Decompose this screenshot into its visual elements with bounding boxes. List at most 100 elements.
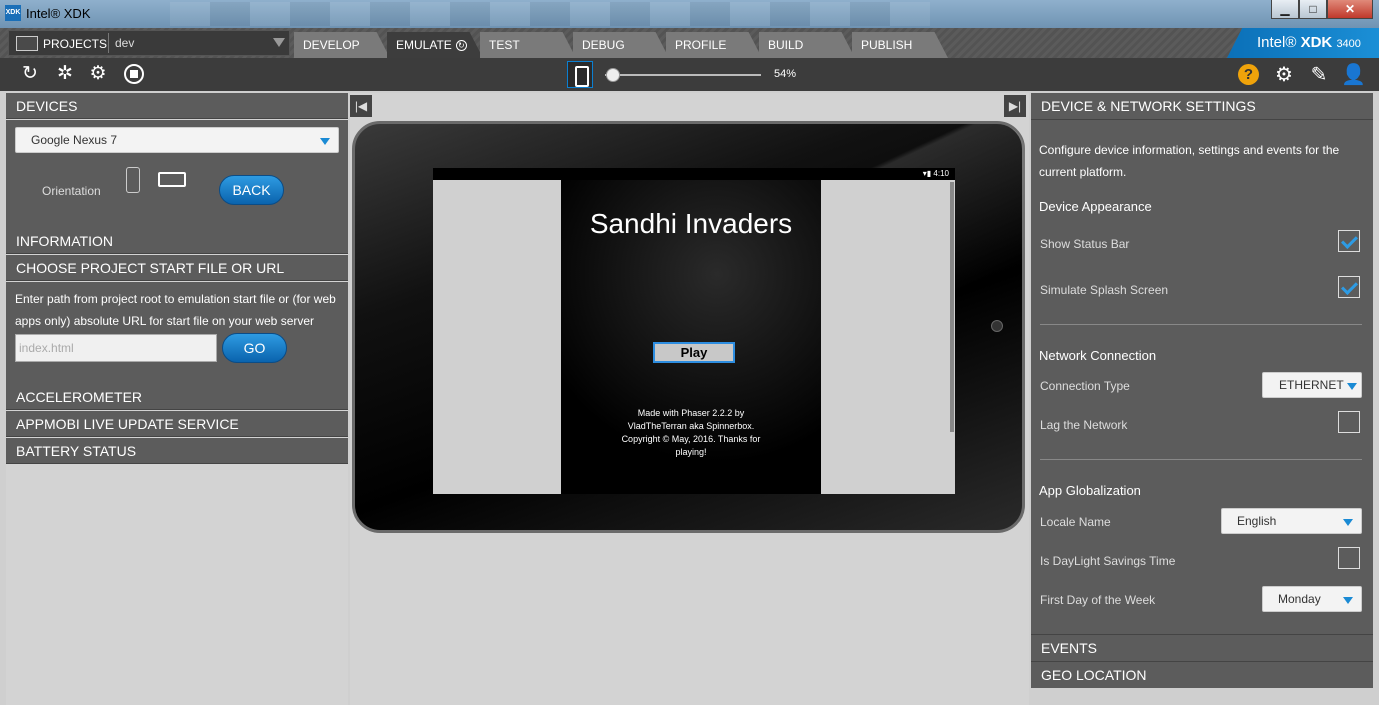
geo-location-header[interactable]: GEO LOCATION [1031,661,1373,688]
device-screen[interactable]: ▾▮ 4:10 Sandhi Invaders Play Made with P… [433,168,955,494]
locale-value: English [1237,514,1277,528]
battery-header[interactable]: BATTERY STATUS [6,438,348,464]
tab-publish[interactable]: PUBLISH [852,32,948,58]
emulator-toolbar: ↻ ✲ ⚙ 54% ? ⚙ ✎ 👤 [0,58,1379,91]
window-controls: ▁ □ ✕ [1271,0,1373,19]
wifi-battery-icon: ▾▮ [922,169,934,178]
connection-type-select[interactable]: ETHERNET [1262,372,1362,398]
landscape-icon[interactable] [158,172,186,187]
chevron-down-icon [1343,597,1353,604]
devices-header[interactable]: DEVICES [6,93,348,119]
device-select-value: Google Nexus 7 [31,133,118,147]
device-frame: ▾▮ 4:10 Sandhi Invaders Play Made with P… [352,121,1025,533]
help-icon[interactable]: ? [1238,64,1259,85]
collapse-left-button[interactable]: |◀ [350,95,372,117]
left-panel: DEVICES Google Nexus 7 Orientation BACK … [6,93,348,705]
first-day-value: Monday [1278,592,1321,606]
window-title: Intel® XDK [26,6,91,21]
tab-emulate[interactable]: EMULATE ↻ [387,32,483,58]
user-icon[interactable]: 👤 [1341,63,1366,87]
game-title: Sandhi Invaders [589,208,793,239]
collapse-right-button[interactable]: ▶| [1004,95,1026,117]
events-header[interactable]: EVENTS [1031,634,1373,661]
first-day-select[interactable]: Monday [1262,586,1362,612]
chevron-down-icon [273,38,285,47]
divider [1040,459,1362,460]
start-file-header[interactable]: CHOOSE PROJECT START FILE OR URL [6,255,348,281]
show-status-bar-checkbox[interactable] [1338,230,1360,252]
close-button[interactable]: ✕ [1327,0,1373,19]
projects-dropdown[interactable]: PROJECTS dev [8,30,290,56]
game-credit: Made with Phaser 2.2.2 by VladTheTerran … [621,408,761,457]
maximize-button[interactable]: □ [1299,0,1327,19]
divider [108,33,109,53]
stop-icon[interactable] [124,64,144,84]
back-button[interactable]: BACK [219,175,284,205]
information-header[interactable]: INFORMATION [6,228,348,254]
fit-device-button[interactable] [567,61,593,88]
main-nav-bar: PROJECTS dev DEVELOP EMULATE ↻ TEST DEBUG… [0,28,1379,58]
tab-build[interactable]: BUILD [759,32,855,58]
title-bar-background [170,2,930,26]
start-file-help: Enter path from project root to emulatio… [15,292,336,328]
xdk-logo-icon: XDK [5,5,21,21]
go-button[interactable]: GO [222,333,287,363]
simulate-splash-label: Simulate Splash Screen [1040,283,1169,297]
play-button[interactable]: Play [653,342,735,363]
current-project: dev [115,36,135,50]
tab-debug[interactable]: DEBUG [573,32,669,58]
lag-network-label: Lag the Network [1040,418,1128,432]
simulate-splash-checkbox[interactable] [1338,276,1360,298]
orientation-label: Orientation [42,184,101,198]
screen-scrollbar[interactable] [950,182,954,432]
zoom-slider-handle[interactable] [606,68,620,82]
locale-select[interactable]: English [1221,508,1362,534]
device-select[interactable]: Google Nexus 7 [15,127,339,153]
reload-emulate-icon[interactable]: ↻ [455,40,467,51]
connection-type-label: Connection Type [1040,379,1130,393]
divider [1040,324,1362,325]
intel-xdk-brand: Intel® XDK 3400 [1227,28,1379,58]
portrait-icon[interactable] [126,167,140,193]
projects-label: PROJECTS [43,37,108,51]
first-day-label: First Day of the Week [1040,593,1156,607]
device-network-header[interactable]: DEVICE & NETWORK SETTINGS [1031,93,1373,120]
locale-name-label: Locale Name [1040,515,1111,529]
stop-debug-icon[interactable]: ✲ [54,63,76,85]
brand-prefix: Intel [1257,34,1286,51]
chevron-down-icon [320,138,330,145]
accelerometer-header[interactable]: ACCELEROMETER [6,384,348,410]
start-file-input[interactable]: index.html [15,334,217,362]
chevron-down-icon [1343,519,1353,526]
device-appearance-title: Device Appearance [1039,199,1152,214]
right-panel: DEVICE & NETWORK SETTINGS Configure devi… [1031,93,1373,688]
network-connection-title: Network Connection [1039,348,1157,363]
dst-checkbox[interactable] [1338,547,1360,569]
zoom-level: 54% [774,68,797,80]
tab-test[interactable]: TEST [480,32,576,58]
folder-icon [16,36,38,51]
devices-body: Google Nexus 7 Orientation BACK [6,120,348,240]
appmobi-header[interactable]: APPMOBI LIVE UPDATE SERVICE [6,411,348,437]
connection-type-value: ETHERNET [1279,378,1344,392]
brand-build: 3400 [1336,38,1361,50]
title-bar: XDK Intel® XDK ▁ □ ✕ [0,0,1379,28]
tab-develop[interactable]: DEVELOP [294,32,390,58]
start-file-body: Enter path from project root to emulatio… [6,282,348,384]
status-time: 4:10 [933,169,949,178]
gear-icon[interactable]: ⚙ [1272,63,1296,87]
brand-name: XDK [1300,34,1333,51]
feedback-icon[interactable]: ✎ [1307,63,1331,87]
lag-network-checkbox[interactable] [1338,411,1360,433]
reload-icon[interactable]: ↻ [19,63,41,85]
show-status-bar-label: Show Status Bar [1040,237,1130,251]
zoom-slider[interactable] [605,74,761,76]
camera-icon [991,320,1003,332]
game-canvas[interactable]: Sandhi Invaders Play Made with Phaser 2.… [561,180,821,494]
device-settings-icon[interactable]: ⚙ [87,63,109,85]
tab-emulate-label: EMULATE [396,38,452,52]
minimize-button[interactable]: ▁ [1271,0,1299,19]
settings-intro: Configure device information, settings a… [1039,143,1340,179]
tab-profile[interactable]: PROFILE [666,32,762,58]
status-bar: ▾▮ 4:10 [433,168,955,180]
